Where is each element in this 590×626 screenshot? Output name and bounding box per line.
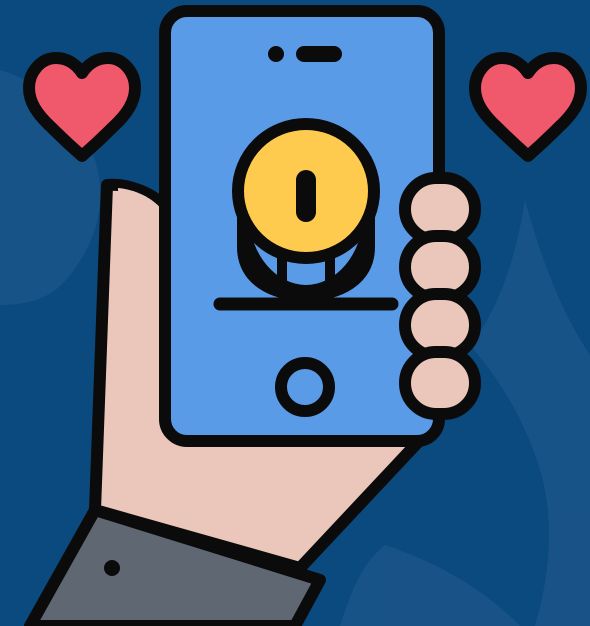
- fingers: [399, 172, 481, 420]
- sleeve-button: [104, 560, 120, 576]
- finger-4: [399, 346, 481, 420]
- phone-speaker: [296, 46, 342, 62]
- phone-camera: [268, 46, 284, 62]
- hand-holding-phone-icon: [0, 0, 590, 626]
- illustration-scene: [0, 0, 590, 626]
- home-button-icon: [275, 357, 335, 417]
- coin-slot: [296, 170, 316, 222]
